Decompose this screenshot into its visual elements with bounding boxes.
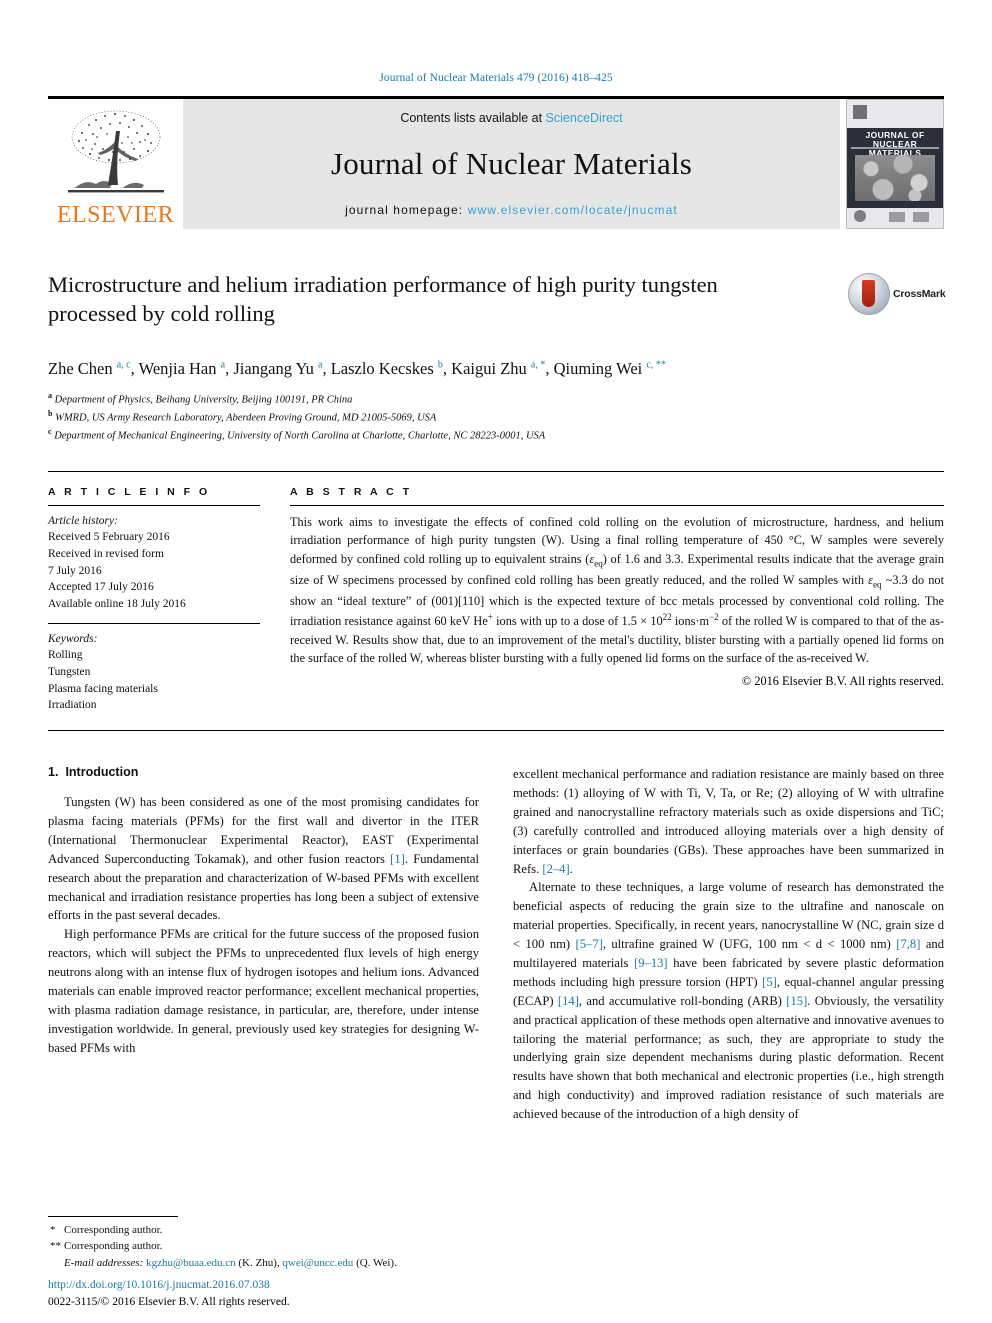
email-owner-zhu: (K. Zhu), [238,1256,280,1269]
footnote-text: Corresponding author. [64,1223,163,1236]
cover-logo-icon [854,210,866,222]
article-info-rule [48,504,260,506]
section-label: Introduction [65,765,139,780]
running-head: Journal of Nuclear Materials 479 (2016) … [379,72,613,84]
title-block: Microstructure and helium irradiation pe… [48,271,946,341]
footnote-corresponding-1: * Corresponding author. [48,1222,468,1239]
history-item: 7 July 2016 [48,564,102,577]
paper-title: Microstructure and helium irradiation pe… [48,272,718,326]
cover-micrograph-image [855,155,935,202]
contents-available-line: Contents lists available at ScienceDirec… [400,111,622,125]
journal-homepage-line: journal homepage: www.elsevier.com/locat… [345,203,678,217]
crossmark-label: CrossMark [893,288,946,300]
intro-paragraph: Tungsten (W) has been considered as one … [48,795,479,923]
affiliation-text-b: WMRD, US Army Research Laboratory, Aberd… [55,412,437,424]
email-owner-wei: (Q. Wei). [356,1256,397,1269]
intro-paragraph: High performance PFMs are critical for t… [48,927,479,1055]
issn-copyright-line: 0022-3115/© 2016 Elsevier B.V. All right… [48,1295,290,1308]
body-column-left: 1. Introduction Tungsten (W) has been con… [48,765,479,1124]
keywords-label: Keywords: [48,632,98,645]
elsevier-logo: ELSEVIER [48,99,183,229]
contents-prefix: Contents lists available at [400,111,546,125]
cover-footer-band [847,207,943,228]
cover-subrule [851,147,939,150]
keywords-rule [48,622,260,624]
elsevier-tree-icon [62,107,170,203]
abstract-heading: A B S T R A C T [290,485,412,498]
footnote-star-icon: * [50,1223,56,1236]
journal-cover-thumbnail: JOURNAL OF NUCLEAR MATERIALS [846,99,944,229]
article-history-block: Article history: Received 5 February 201… [48,513,260,613]
affiliation-b: b WMRD, US Army Research Laboratory, Abe… [48,408,944,426]
paper-page: Journal of Nuclear Materials 479 (2016) … [0,0,992,1323]
keyword-item: Irradiation [48,699,97,712]
cover-barcode-block-2 [913,212,929,222]
author-list: Zhe Chen a, c, Wenjia Han a, Jiangang Yu… [48,359,666,378]
article-info-heading: A R T I C L E I N F O [48,485,211,498]
affiliation-mark-a: a [48,390,52,400]
affiliation-a: a Department of Physics, Beihang Univers… [48,390,944,408]
affiliation-mark-b: b [48,409,53,419]
article-history-label: Article history: [48,514,118,527]
affiliation-text-c: Department of Mechanical Engineering, Un… [54,430,546,442]
footnote-text: Corresponding author. [64,1240,163,1252]
abstract-copyright: © 2016 Elsevier B.V. All rights reserved… [741,674,944,689]
body-columns: 1. Introduction Tungsten (W) has been con… [48,765,944,1124]
history-item: Received in revised form [48,548,164,561]
footnotes-block: * Corresponding author. ** Corresponding… [48,1215,468,1272]
email-addresses-label: E-mail addresses: [64,1256,144,1269]
history-item: Accepted 17 July 2016 [48,581,154,594]
sciencedirect-link[interactable]: ScienceDirect [546,111,623,125]
section-title-introduction: 1. Introduction [48,765,479,779]
keyword-item: Tungsten [48,666,91,679]
article-info-column: A R T I C L E I N F O Article history: R… [48,486,260,714]
homepage-prefix: journal homepage: [345,203,468,217]
elsevier-wordmark: ELSEVIER [56,202,175,228]
intro-paragraph: Alternate to these techniques, a large v… [513,880,945,1122]
footnote-corresponding-2: ** Corresponding author. [48,1238,468,1255]
history-item: Received 5 February 2016 [48,531,170,544]
email-link-zhu[interactable]: kgzhu@buaa.edu.cn [146,1257,236,1269]
cover-top-band [847,100,943,129]
body-column-right: excellent mechanical performance and rad… [513,765,944,1124]
footnote-rule [48,1215,178,1217]
journal-masthead: ELSEVIER Contents lists available at Sci… [48,96,944,229]
abstract-text: This work aims to investigate the effect… [290,514,945,666]
info-abstract-section: A R T I C L E I N F O Article history: R… [48,470,944,714]
abstract-rule [290,504,944,506]
doi-link[interactable]: http://dx.doi.org/10.1016/j.jnucmat.2016… [48,1277,548,1294]
intro-paragraph: excellent mechanical performance and rad… [513,767,944,876]
footer-doi-block: http://dx.doi.org/10.1016/j.jnucmat.2016… [48,1277,548,1312]
keyword-item: Rolling [48,649,83,662]
abstract-column: A B S T R A C T This work aims to invest… [290,486,944,714]
cover-barcode-block-1 [889,212,905,222]
section-number: 1. [48,765,59,780]
keywords-block: Keywords: Rolling Tungsten Plasma facing… [48,631,260,714]
affiliation-text-a: Department of Physics, Beihang Universit… [54,394,353,406]
journal-title: Journal of Nuclear Materials [330,146,693,181]
crossmark-icon [848,273,890,315]
body-separator-rule [48,730,944,732]
footnote-emails: E-mail addresses: kgzhu@buaa.edu.cn (K. … [48,1255,468,1272]
affiliation-list: a Department of Physics, Beihang Univers… [48,390,944,445]
footnote-double-star-icon: ** [50,1240,61,1252]
history-item: Available online 18 July 2016 [48,598,186,611]
email-link-wei[interactable]: qwei@uncc.edu [282,1257,353,1269]
keyword-item: Plasma facing materials [48,682,158,695]
affiliation-c: c Department of Mechanical Engineering, … [48,426,944,444]
cover-elsevier-mark-icon [853,105,867,119]
masthead-center: Contents lists available at ScienceDirec… [183,99,840,229]
journal-homepage-link[interactable]: www.elsevier.com/locate/jnucmat [468,203,678,217]
crossmark-badge[interactable]: CrossMark [848,271,946,317]
affiliation-mark-c: c [48,427,52,437]
